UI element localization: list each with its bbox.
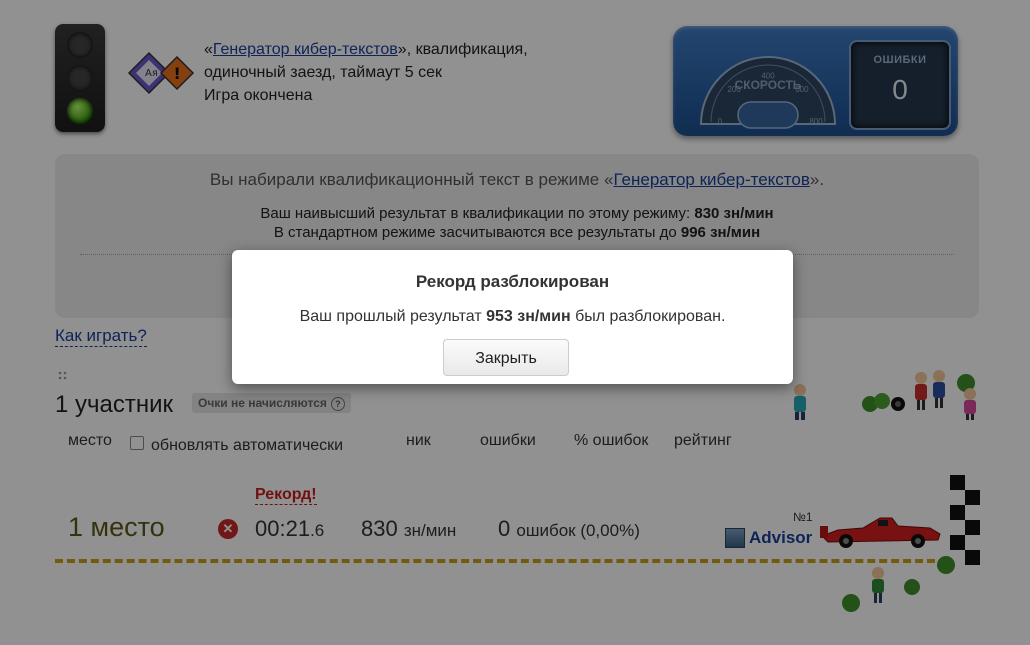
- game-page: Aя ! «Генератор кибер-текстов», квалифик…: [0, 0, 1030, 645]
- dialog-message: Ваш прошлый результат 953 зн/мин был раз…: [299, 308, 726, 325]
- dialog-title: Рекорд разблокирован: [415, 272, 610, 291]
- record-unlocked-dialog: Рекорд разблокирован Ваш прошлый результ…: [232, 250, 793, 384]
- close-button[interactable]: Закрыть: [443, 339, 569, 376]
